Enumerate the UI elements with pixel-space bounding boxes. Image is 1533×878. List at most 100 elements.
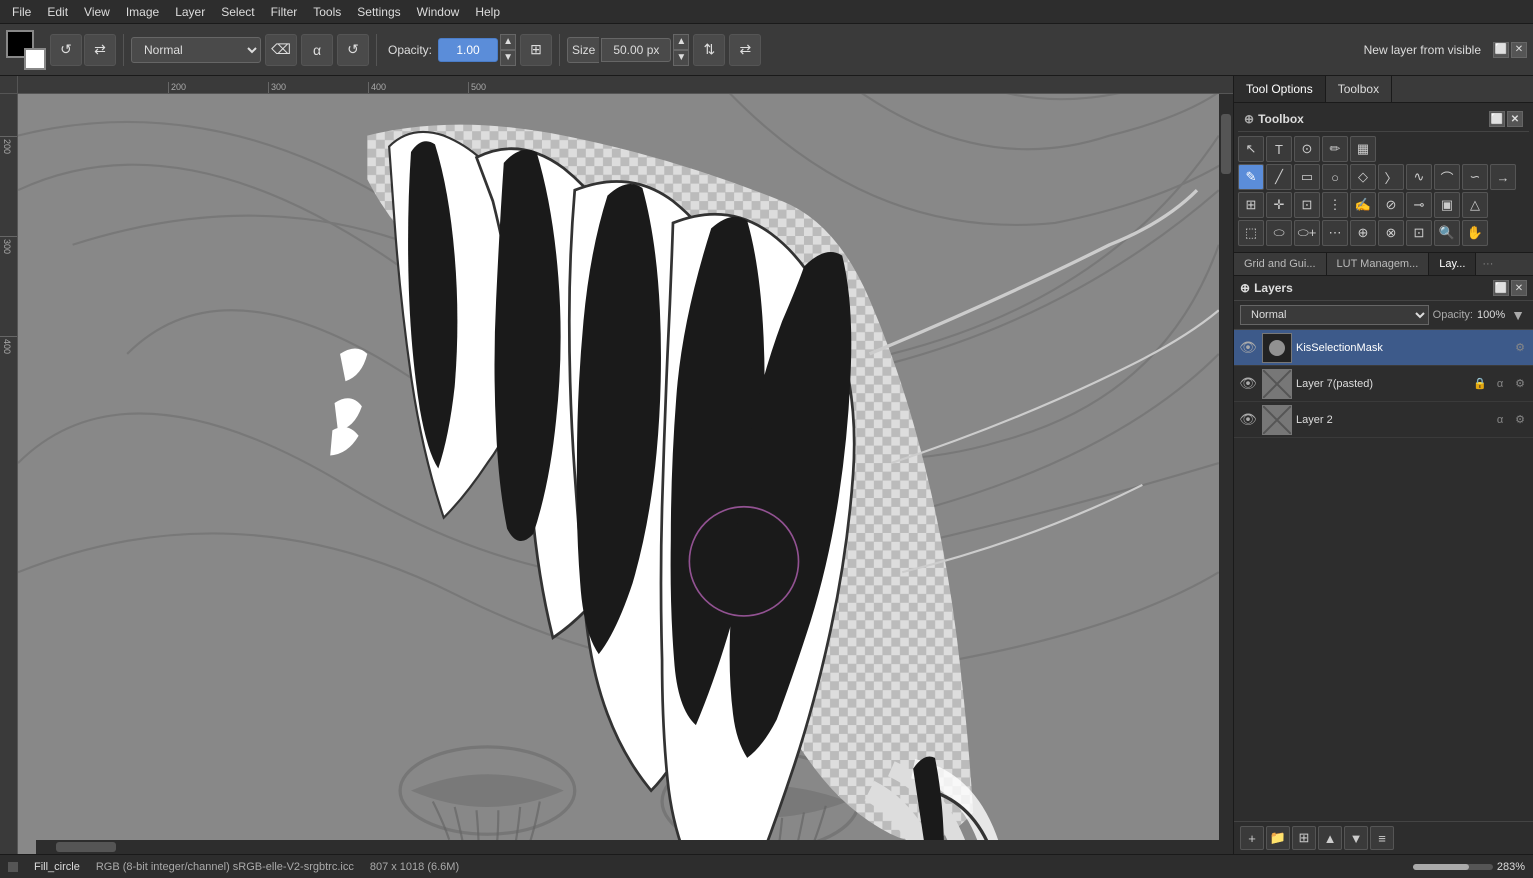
flow-pressure-btn[interactable]: ⊞ bbox=[520, 34, 552, 66]
layers-float-btn[interactable]: ⬜ bbox=[1493, 280, 1509, 296]
new-layer-visible-btn[interactable]: New layer from visible bbox=[1356, 39, 1489, 61]
tool-selection-5[interactable]: ⊕ bbox=[1350, 220, 1376, 246]
tool-multibrush[interactable]: ∽ bbox=[1462, 164, 1488, 190]
layers-duplicate-btn[interactable]: ⊞ bbox=[1292, 826, 1316, 850]
layers-up-btn[interactable]: ▲ bbox=[1318, 826, 1342, 850]
tool-pointer[interactable]: ↖ bbox=[1238, 136, 1264, 162]
tool-smart-patch[interactable]: → bbox=[1490, 164, 1516, 190]
tool-freehand-path[interactable]: ∿ bbox=[1406, 164, 1432, 190]
menu-layer[interactable]: Layer bbox=[167, 3, 213, 21]
layer-vis-2[interactable]: 👁 bbox=[1238, 374, 1258, 394]
layer-item-layer2[interactable]: 👁 Layer 2 α ⚙ bbox=[1234, 402, 1533, 438]
tool-move[interactable]: ✛ bbox=[1266, 192, 1292, 218]
tool-text[interactable]: T bbox=[1266, 136, 1292, 162]
tool-rect[interactable]: ▭ bbox=[1294, 164, 1320, 190]
tab-grid-guides[interactable]: Grid and Gui... bbox=[1234, 253, 1327, 275]
layer-settings-1[interactable]: ⚙ bbox=[1511, 339, 1529, 357]
opacity-up-btn[interactable]: ▲ bbox=[500, 34, 516, 50]
layer-item-kisselectionmask[interactable]: 👁 KisSelectionMask ⚙ bbox=[1234, 330, 1533, 366]
size-up-btn[interactable]: ▲ bbox=[673, 34, 689, 50]
layer-lock-2[interactable]: 🔒 bbox=[1471, 375, 1489, 393]
tool-cage[interactable]: ⊡ bbox=[1294, 192, 1320, 218]
tool-rect-selection[interactable]: ▣ bbox=[1434, 192, 1460, 218]
canvas-content[interactable] bbox=[18, 94, 1233, 854]
tool-brush[interactable]: ✎ bbox=[1238, 164, 1264, 190]
mirror-v-btn[interactable]: ⇄ bbox=[729, 34, 761, 66]
layer-settings-3[interactable]: ⚙ bbox=[1511, 411, 1529, 429]
tool-selection-3[interactable]: ⬭+ bbox=[1294, 220, 1320, 246]
toolbox-close-btn[interactable]: ✕ bbox=[1507, 111, 1523, 127]
opacity-value[interactable]: 1.00 bbox=[438, 38, 498, 62]
layer-alpha-2[interactable]: α bbox=[1491, 375, 1509, 393]
layers-folder-btn[interactable]: 📁 bbox=[1266, 826, 1290, 850]
scrollbar-horizontal[interactable] bbox=[36, 840, 1233, 854]
tool-line[interactable]: ╱ bbox=[1266, 164, 1292, 190]
layer-vis-3[interactable]: 👁 bbox=[1238, 410, 1258, 430]
win-restore-btn[interactable]: ⬜ bbox=[1493, 42, 1509, 58]
size-down-btn[interactable]: ▼ bbox=[673, 50, 689, 66]
menu-image[interactable]: Image bbox=[118, 3, 167, 21]
tool-selection-7[interactable]: ⊡ bbox=[1406, 220, 1432, 246]
reset-colors-btn[interactable]: ↺ bbox=[50, 34, 82, 66]
tool-assistant[interactable]: ⋮ bbox=[1322, 192, 1348, 218]
menu-tools[interactable]: Tools bbox=[305, 3, 349, 21]
menu-select[interactable]: Select bbox=[213, 3, 262, 21]
layers-add-btn[interactable]: + bbox=[1240, 826, 1264, 850]
menu-filter[interactable]: Filter bbox=[263, 3, 306, 21]
tool-selection-4[interactable]: ⋯ bbox=[1322, 220, 1348, 246]
layer-item-layer7[interactable]: 👁 Layer 7(pasted) 🔒 α ⚙ bbox=[1234, 366, 1533, 402]
tool-crop-sel[interactable]: △ bbox=[1462, 192, 1488, 218]
size-value[interactable]: 50.00 px bbox=[601, 38, 671, 62]
tool-polygon[interactable]: ◇ bbox=[1350, 164, 1376, 190]
tool-zoom[interactable]: 🔍 bbox=[1434, 220, 1460, 246]
tool-ellipse[interactable]: ○ bbox=[1322, 164, 1348, 190]
scrollbar-h-thumb[interactable] bbox=[56, 842, 116, 852]
tool-selection-6[interactable]: ⊗ bbox=[1378, 220, 1404, 246]
tool-dynamic-brush[interactable]: ⌒ bbox=[1434, 164, 1460, 190]
preserve-alpha-btn[interactable]: α bbox=[301, 34, 333, 66]
mirror-h-btn[interactable]: ⇅ bbox=[693, 34, 725, 66]
tool-selection-1[interactable]: ⬚ bbox=[1238, 220, 1264, 246]
tool-color-picker[interactable]: ⊘ bbox=[1378, 192, 1404, 218]
background-color[interactable] bbox=[24, 48, 46, 70]
swap-colors-btn[interactable]: ⇄ bbox=[84, 34, 116, 66]
menu-window[interactable]: Window bbox=[409, 3, 468, 21]
erase-btn[interactable]: ⌫ bbox=[265, 34, 297, 66]
tool-freehand-selection[interactable]: ✍ bbox=[1350, 192, 1376, 218]
menu-view[interactable]: View bbox=[76, 3, 118, 21]
reset-btn[interactable]: ↺ bbox=[337, 34, 369, 66]
tab-toolbox[interactable]: Toolbox bbox=[1326, 76, 1392, 102]
tab-layers[interactable]: Lay... bbox=[1429, 253, 1476, 275]
layers-mode-select[interactable]: Normal bbox=[1240, 305, 1429, 325]
tool-gradient[interactable]: ▦ bbox=[1350, 136, 1376, 162]
layers-down-btn[interactable]: ▼ bbox=[1344, 826, 1368, 850]
win-close-btn[interactable]: ✕ bbox=[1511, 42, 1527, 58]
menu-settings[interactable]: Settings bbox=[349, 3, 408, 21]
menu-help[interactable]: Help bbox=[467, 3, 508, 21]
scrollbar-vertical[interactable] bbox=[1219, 94, 1233, 840]
scrollbar-v-thumb[interactable] bbox=[1221, 114, 1231, 174]
status-scroll-left[interactable] bbox=[8, 862, 18, 872]
layer-settings-2[interactable]: ⚙ bbox=[1511, 375, 1529, 393]
menu-file[interactable]: File bbox=[4, 3, 39, 21]
tool-crop[interactable]: ⊙ bbox=[1294, 136, 1320, 162]
canvas-area[interactable]: 200 300 400 500 200 300 400 bbox=[0, 76, 1233, 854]
layer-alpha-3[interactable]: α bbox=[1491, 411, 1509, 429]
toolbox-float-btn[interactable]: ⬜ bbox=[1489, 111, 1505, 127]
tool-selection-2[interactable]: ⬭ bbox=[1266, 220, 1292, 246]
tool-smart-selection[interactable]: ⊸ bbox=[1406, 192, 1432, 218]
layer-vis-1[interactable]: 👁 bbox=[1238, 338, 1258, 358]
tool-transform[interactable]: ⊞ bbox=[1238, 192, 1264, 218]
layers-menu-btn[interactable]: ≡ bbox=[1370, 826, 1394, 850]
tab-lut[interactable]: LUT Managem... bbox=[1327, 253, 1430, 275]
alpha-lock-btn[interactable]: ▼ bbox=[1509, 305, 1527, 325]
tab-tool-options[interactable]: Tool Options bbox=[1234, 76, 1326, 102]
tool-bezier[interactable]: 〉 bbox=[1378, 164, 1404, 190]
opacity-down-btn[interactable]: ▼ bbox=[500, 50, 516, 66]
color-swatch[interactable] bbox=[6, 30, 46, 70]
tool-pan[interactable]: ✋ bbox=[1462, 220, 1488, 246]
layers-close-btn[interactable]: ✕ bbox=[1511, 280, 1527, 296]
tool-fill[interactable]: ✏ bbox=[1322, 136, 1348, 162]
blend-mode-select[interactable]: Normal bbox=[131, 37, 261, 63]
menu-edit[interactable]: Edit bbox=[39, 3, 76, 21]
